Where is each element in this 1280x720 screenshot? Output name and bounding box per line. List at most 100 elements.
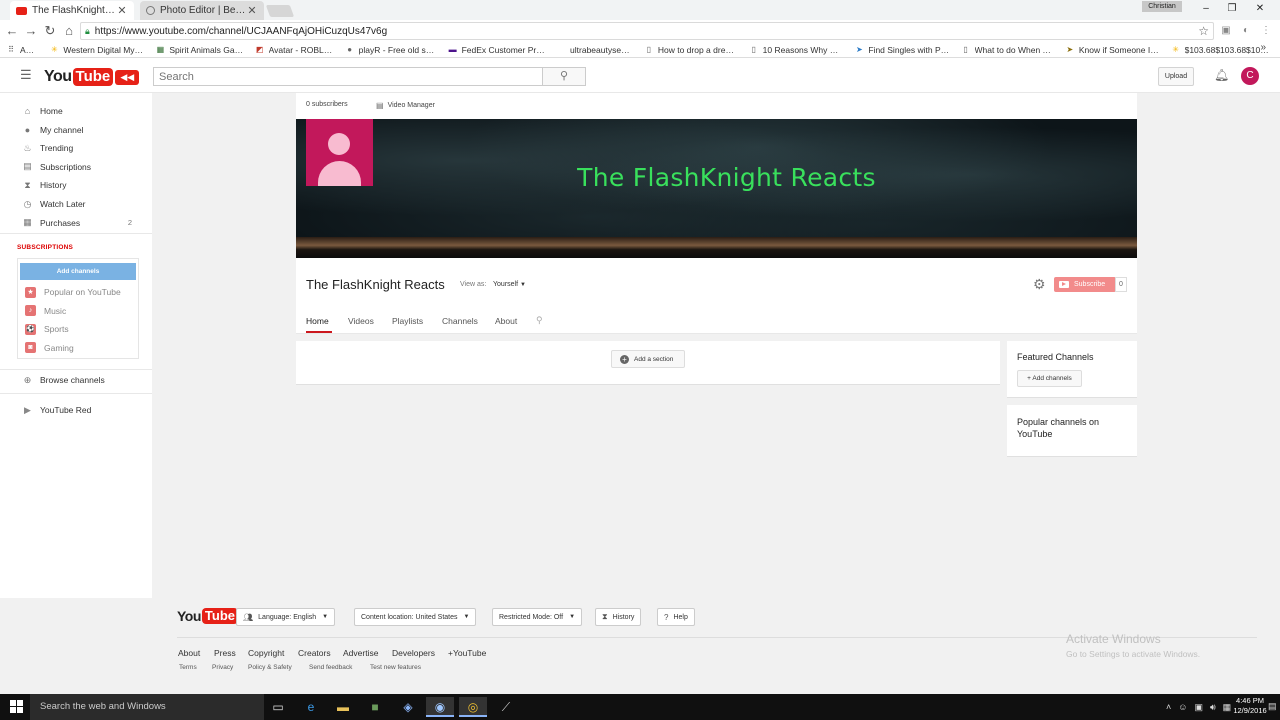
bookmark-item[interactable]: ✳ Western Digital My Pa	[49, 45, 144, 55]
chrome-menu-icon[interactable]: ⋮	[1259, 24, 1273, 38]
bookmark-item[interactable]: ✳ $103.68$103.68$103.6	[1171, 45, 1269, 55]
footer-sublink-sendfeedback[interactable]: Send feedback	[309, 664, 352, 671]
footer-sublink-terms[interactable]: Terms	[179, 664, 197, 671]
file-explorer-icon[interactable]: ▬	[329, 697, 357, 717]
channel-name[interactable]: The FlashKnight Reacts	[306, 277, 445, 292]
footer-link-developers[interactable]: Developers	[392, 648, 435, 658]
home-browser-icon[interactable]: ⌂	[61, 23, 77, 39]
bookmark-item[interactable]: ➤ Know if Someone Is S	[1065, 45, 1160, 55]
tab-channels[interactable]: Channels	[442, 316, 478, 326]
profile-badge[interactable]: Christian	[1142, 1, 1182, 12]
bookmark-item[interactable]: ▯ What to do When You	[961, 45, 1054, 55]
youtube-logo[interactable]: You Tube ◀◀	[44, 67, 140, 87]
footer-link-youtube[interactable]: +YouTube	[448, 648, 486, 658]
add-section-button[interactable]: + Add a section	[611, 350, 685, 368]
bookmark-star-icon[interactable]: ☆	[1198, 24, 1209, 38]
add-featured-channels-button[interactable]: + Add channels	[1017, 370, 1082, 387]
bookmark-item[interactable]: ● playR - Free old scho	[345, 45, 436, 55]
account-avatar[interactable]: C	[1241, 67, 1259, 85]
search-input[interactable]	[153, 67, 543, 86]
notifications-bell-icon[interactable]: 🔔︎	[1214, 68, 1229, 82]
tab-photo-editor[interactable]: Photo Editor | BeFunky: F ✕	[140, 1, 264, 20]
minimize-window-icon[interactable]: –	[1196, 2, 1216, 16]
app-icon[interactable]: ◈	[394, 697, 422, 717]
volume-icon[interactable]: 🔊︎	[1210, 702, 1216, 713]
channel-search-icon[interactable]: ⚲	[536, 315, 543, 326]
footer-sublink-policysafety[interactable]: Policy & Safety	[248, 664, 292, 671]
tab-youtube-channel[interactable]: The FlashKnight Reacts - ✕	[10, 1, 134, 20]
sidebar-item-youtube-red[interactable]: ▶ YouTube Red	[0, 401, 152, 419]
chrome-icon[interactable]: ◎	[459, 697, 487, 717]
subscribe-button[interactable]: Subscribe	[1054, 277, 1116, 292]
tab-videos[interactable]: Videos	[348, 316, 374, 326]
bookmark-item[interactable]: ▯ How to drop a dress s	[644, 45, 738, 55]
view-as-dropdown[interactable]: Yourself ▼	[493, 281, 526, 288]
action-center-icon[interactable]: ▤	[1268, 701, 1277, 712]
sidebar-item-purchases[interactable]: ▦ Purchases 2	[0, 214, 152, 232]
reload-icon[interactable]: ↻	[42, 23, 58, 39]
hamburger-menu-icon[interactable]: ☰	[20, 68, 34, 82]
back-arrow-icon[interactable]: ←	[4, 23, 20, 39]
minecraft-icon[interactable]: ■	[361, 697, 389, 717]
bookmark-item[interactable]: ▯ 10 Reasons Why Men	[749, 45, 843, 55]
sidebar-item-history[interactable]: ⧗ History	[0, 176, 152, 194]
footer-youtube-logo[interactable]: You Tube	[177, 608, 238, 624]
person-tray-icon[interactable]: ☺	[1178, 702, 1187, 712]
footer-link-advertise[interactable]: Advertise	[343, 648, 378, 658]
restricted-mode-button[interactable]: Restricted Mode: Off ▼	[492, 608, 583, 626]
taskbar-clock[interactable]: 4:46 PM 12/9/2016	[1230, 696, 1270, 716]
footer-sublink-privacy[interactable]: Privacy	[212, 664, 233, 671]
extension-icon[interactable]: ▣	[1219, 24, 1233, 38]
bookmark-item[interactable]: ◩ Avatar - ROBLOX	[255, 45, 334, 55]
bookmark-item[interactable]: ▬ FedEx Customer Prote	[448, 45, 545, 55]
close-window-icon[interactable]: ✕	[1250, 2, 1270, 16]
close-tab-icon[interactable]: ✕	[246, 4, 258, 17]
subscription-item-gaming[interactable]: ◙ Gaming	[18, 339, 138, 357]
tab-playlists[interactable]: Playlists	[392, 316, 423, 326]
taskbar-search-box[interactable]: Search the web and Windows	[30, 694, 264, 720]
sidebar-item-trending[interactable]: ♨ Trending	[0, 139, 152, 157]
close-tab-icon[interactable]: ✕	[116, 4, 128, 17]
gear-icon[interactable]: ⚙	[1033, 276, 1046, 293]
add-channels-button[interactable]: Add channels	[20, 263, 136, 280]
forward-arrow-icon[interactable]: →	[23, 23, 39, 39]
task-view-icon[interactable]: ▭	[264, 697, 292, 717]
address-bar[interactable]: 🔒︎ https://www.youtube.com/channel/UCJAA…	[80, 22, 1214, 40]
steam-icon[interactable]: ◉	[426, 697, 454, 717]
footer-link-about[interactable]: About	[178, 648, 200, 658]
footer-link-press[interactable]: Press	[214, 648, 236, 658]
footer-link-creators[interactable]: Creators	[298, 648, 331, 658]
bookmark-item[interactable]: ▦ Spirit Animals Game	[155, 45, 244, 55]
history-button[interactable]: ⧗ History	[595, 608, 642, 626]
subscription-item-sports[interactable]: ⚽ Sports	[18, 320, 138, 338]
edge-browser-icon[interactable]: e	[297, 697, 325, 717]
restore-window-icon[interactable]: ❐	[1222, 2, 1242, 16]
content-location-button[interactable]: Content location: United States ▼	[354, 608, 477, 626]
tab-about[interactable]: About	[495, 316, 517, 326]
sidebar-item-home[interactable]: ⌂ Home	[0, 102, 152, 120]
language-button[interactable]: 👥︎ Language: English ▼	[236, 608, 336, 626]
bookmarks-overflow-icon[interactable]: »	[1260, 42, 1266, 53]
subscription-item-music[interactable]: ♪ Music	[18, 302, 138, 320]
upload-button[interactable]: Upload	[1158, 67, 1194, 86]
footer-sublink-testnewfeatures[interactable]: Test new features	[370, 664, 421, 671]
sidebar-item-subscriptions[interactable]: ▤ Subscriptions	[0, 158, 152, 176]
windows-start-icon[interactable]	[10, 700, 24, 714]
new-tab-button[interactable]	[265, 5, 295, 17]
extension-icon[interactable]: ◐	[1239, 24, 1253, 38]
channel-avatar[interactable]	[306, 119, 373, 186]
search-button[interactable]: ⚲	[542, 67, 586, 86]
sidebar-item-watch-later[interactable]: ◷ Watch Later	[0, 195, 152, 213]
tab-home[interactable]: Home	[306, 316, 329, 326]
bookmark-item[interactable]: ⠿ Apps	[6, 45, 38, 55]
subscription-item-popular-on-youtube[interactable]: ★ Popular on YouTube	[18, 283, 138, 301]
app-icon[interactable]: ⟋	[492, 697, 520, 717]
help-button[interactable]: ? Help	[657, 608, 695, 626]
footer-link-copyright[interactable]: Copyright	[248, 648, 284, 658]
sidebar-item-my-channel[interactable]: ● My channel	[0, 121, 152, 139]
bookmark-item[interactable]: ➤ Find Singles with POF	[854, 45, 950, 55]
bookmark-item[interactable]: ultrabeautysecret	[556, 45, 633, 55]
video-manager-link[interactable]: ▤ Video Manager	[376, 101, 435, 110]
sidebar-item-browse-channels[interactable]: ⊕ Browse channels	[0, 371, 152, 389]
network-icon[interactable]: ▣	[1194, 702, 1203, 713]
